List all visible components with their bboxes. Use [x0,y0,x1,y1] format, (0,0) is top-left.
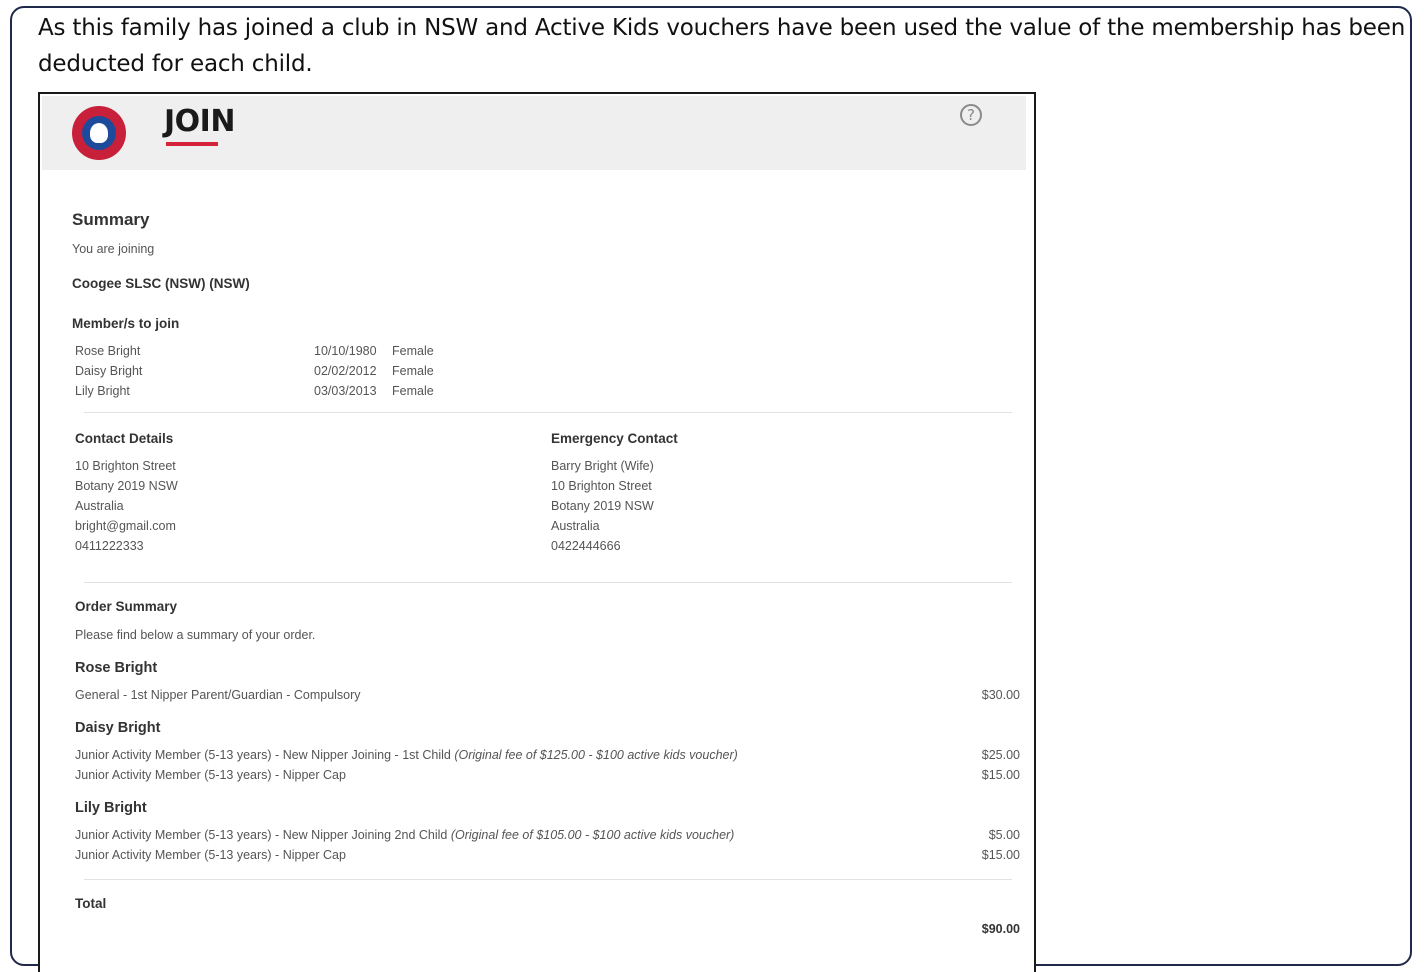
item-price: $5.00 [988,828,1020,842]
member-name: Rose Bright [75,344,141,358]
order-line-item: Junior Activity Member (5-13 years) - Ni… [75,848,346,862]
question-circle-icon[interactable]: ? [960,104,982,126]
divider [84,879,1012,880]
intro-paragraph: As this family has joined a club in NSW … [38,15,1406,77]
item-note: (Original fee of $125.00 - $100 active k… [454,748,738,762]
emergency-heading: Emergency Contact [551,431,678,446]
item-price: $15.00 [981,768,1020,782]
surf-life-saving-logo-icon [72,106,126,160]
title-underline [166,142,218,146]
join-header: JOIN ? [42,96,1026,170]
contact-heading: Contact Details [75,431,174,446]
member-name: Daisy Bright [75,364,143,378]
member-gender: Female [392,344,434,358]
divider [84,582,1012,583]
item-price: $15.00 [981,848,1020,862]
member-dob: 10/10/1980 [314,344,377,358]
order-member-name: Rose Bright [75,660,158,676]
item-description: Junior Activity Member (5-13 years) - Ne… [75,828,448,842]
item-price: $30.00 [981,688,1020,702]
contact-line: 10 Brighton Street [75,459,176,473]
joining-label: You are joining [72,242,155,256]
order-member-name: Daisy Bright [75,720,161,736]
item-price: $25.00 [981,748,1020,762]
divider [84,412,1012,413]
item-description: General - 1st Nipper Parent/Guardian - C… [75,688,361,702]
item-description: Junior Activity Member (5-13 years) - Ne… [75,748,451,762]
item-description: Junior Activity Member (5-13 years) - Ni… [75,768,346,782]
emergency-phone: 0422444666 [551,539,621,553]
emergency-line: Australia [551,519,600,533]
order-subtitle: Please find below a summary of your orde… [75,628,316,642]
page-title: JOIN [164,104,235,139]
item-note: (Original fee of $105.00 - $100 active k… [450,828,735,842]
order-line-item: Junior Activity Member (5-13 years) - Ne… [75,748,738,762]
member-gender: Female [392,364,434,378]
item-description: Junior Activity Member (5-13 years) - Ni… [75,848,346,862]
join-form-screenshot: JOIN ? Summary You are joining Coogee SL… [38,92,1036,972]
member-dob: 02/02/2012 [314,364,377,378]
contact-line: Botany 2019 NSW [75,479,178,493]
member-name: Lily Bright [75,384,130,398]
club-name: Coogee SLSC (NSW) (NSW) [72,276,250,291]
emergency-line: 10 Brighton Street [551,479,652,493]
contact-line: Australia [75,499,124,513]
member-gender: Female [392,384,434,398]
member-dob: 03/03/2013 [314,384,377,398]
emergency-line: Barry Bright (Wife) [551,459,654,473]
order-member-name: Lily Bright [75,800,147,816]
total-label: Total [75,896,107,911]
order-line-item: Junior Activity Member (5-13 years) - Ne… [75,828,734,842]
total-value: $90.00 [981,922,1020,936]
contact-phone: 0411222333 [75,539,144,553]
members-heading: Member/s to join [72,316,180,331]
order-line-item: General - 1st Nipper Parent/Guardian - C… [75,688,361,702]
emergency-line: Botany 2019 NSW [551,499,654,513]
contact-email: bright@gmail.com [75,519,176,533]
order-summary-heading: Order Summary [75,599,178,614]
order-line-item: Junior Activity Member (5-13 years) - Ni… [75,768,346,782]
summary-heading: Summary [72,210,150,229]
